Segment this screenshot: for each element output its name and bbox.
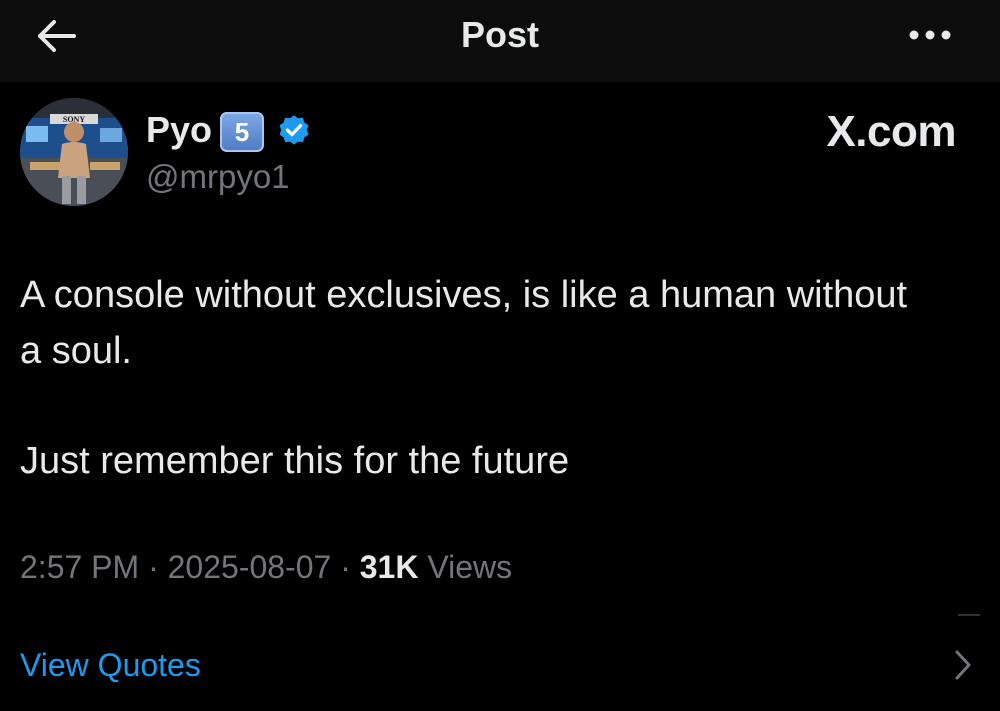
back-button[interactable] (30, 14, 82, 58)
top-bar: Post (0, 0, 1000, 82)
verified-badge-icon (279, 115, 309, 145)
view-quotes-link[interactable]: View Quotes (20, 644, 201, 686)
post-time: 2:57 PM (20, 549, 140, 585)
display-name[interactable]: Pyo (146, 108, 212, 152)
more-horizontal-icon (909, 30, 951, 40)
meta-separator: · (340, 549, 351, 585)
keycap-five-emoji: 5 (220, 112, 264, 152)
avatar[interactable]: SONY (20, 98, 128, 206)
views-count: 31K (359, 549, 419, 585)
brand-wordmark: X.com (826, 107, 956, 156)
avatar-photo: SONY (20, 98, 128, 206)
post-metadata: 2:57 PM · 2025-08-07 · 31K Views (20, 545, 512, 589)
page-title: Post (460, 14, 539, 55)
arrow-left-icon (38, 20, 76, 52)
views-label: Views (427, 549, 513, 585)
post-paragraph: Just remember this for the future (20, 440, 570, 482)
post-paragraph: A console without exclusives, is like a … (20, 274, 908, 372)
user-handle[interactable]: @mrpyo1 (146, 157, 290, 197)
post-body: A console without exclusives, is like a … (20, 267, 920, 489)
chevron-right-icon[interactable] (952, 648, 974, 682)
post-date: 2025-08-07 (167, 549, 332, 585)
more-options-button[interactable] (904, 20, 956, 50)
meta-separator: · (148, 549, 159, 585)
divider (958, 614, 980, 616)
